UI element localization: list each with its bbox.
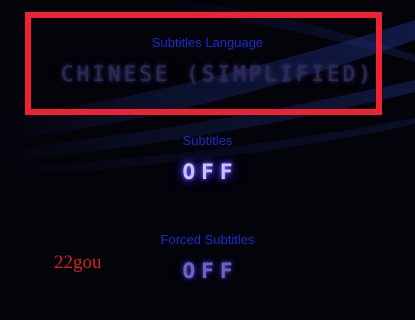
subtitles-label: Subtitles (182, 133, 233, 148)
forced-subtitles-label: Forced Subtitles (160, 232, 255, 247)
subtitles-toggle[interactable]: OFF (0, 160, 415, 184)
watermark-text: 22gou (54, 252, 102, 273)
selection-highlight (25, 12, 382, 115)
